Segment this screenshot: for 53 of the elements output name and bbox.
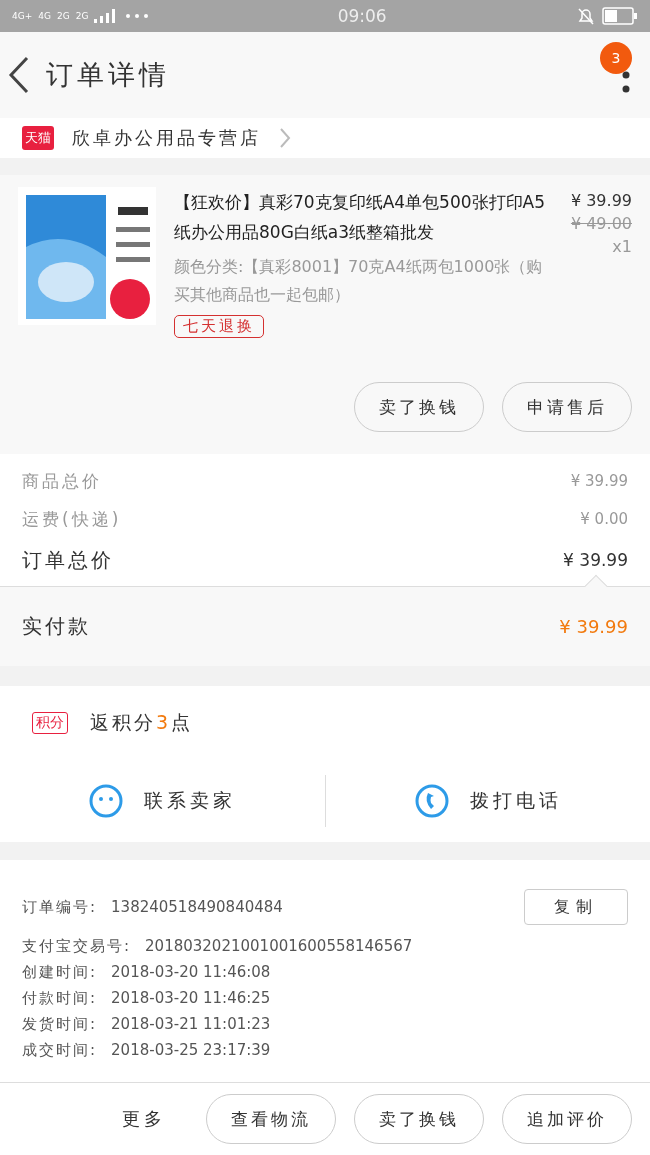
battery-icon [602,7,638,25]
points-tag: 积分 [32,712,68,734]
copy-button[interactable]: 复制 [524,889,628,925]
network-label: 4G+ [12,11,33,21]
page-title: 订单详情 [46,58,171,92]
network-label: 2G [75,11,89,21]
info-label: 订单编号: [22,897,98,917]
store-tag: 天猫 [22,126,54,150]
service-tag: 七天退换 [174,315,264,338]
points-text: 返积分 3 点 [90,710,194,735]
network-label: 2G [56,11,70,21]
bell-muted-icon [576,6,596,26]
phone-icon [413,783,450,819]
notification-badge: 3 [600,42,632,74]
action-button[interactable]: 卖了换钱 [354,382,484,432]
info-value: 2018-03-20 11:46:08 [111,963,272,981]
info-value: 2018-03-20 11:46:25 [111,989,272,1007]
chat-face-icon [88,783,125,819]
network-label: 4G [38,11,51,21]
contact-button[interactable]: 联系卖家 [144,788,237,814]
action-button[interactable]: 追加评价 [502,1094,632,1144]
payment-label: 实付款 [22,613,91,640]
summary-label: 商品总价 [22,469,102,493]
more-link[interactable]: 更多 [122,1107,166,1131]
summary-value: ¥ 0.00 [580,510,628,528]
action-button[interactable]: 申请售后 [502,382,632,432]
info-label: 成交时间: [22,1040,98,1060]
info-value: 2018032021001001600558146567 [145,937,414,955]
info-label: 发货时间: [22,1014,98,1034]
summary-label: 运费(快递) [22,507,122,531]
contact-button[interactable]: 拨打电话 [469,788,562,814]
original-price: ¥ 49.00 [570,214,632,233]
info-value: 138240518490840484 [111,898,284,916]
back-icon[interactable] [8,56,30,94]
info-value: 2018-03-25 23:17:39 [111,1041,272,1059]
info-label: 支付宝交易号: [22,936,132,956]
store-name[interactable]: 欣卓办公用品专营店 [72,126,261,150]
status-time: 09:06 [336,6,388,26]
summary-value: ¥ 39.99 [563,550,628,570]
product-title[interactable]: 【狂欢价】真彩70克复印纸A4单包500张打印A5纸办公用品80G白纸a3纸整箱批发 [174,187,550,247]
action-button[interactable]: 卖了换钱 [354,1094,484,1144]
info-label: 付款时间: [22,988,98,1008]
summary-value: ¥ 39.99 [570,472,628,490]
product-sku: 颜色分类:【真彩8001】70克A4纸两包1000张（购买其他商品也一起包邮） [174,256,544,306]
quantity: x1 [612,237,632,256]
payment-value: ¥ 39.99 [559,616,628,637]
info-value: 2018-03-21 11:01:23 [111,1015,272,1033]
summary-label: 订单总价 [22,546,114,574]
more-dots-icon [126,14,149,18]
action-button[interactable]: 查看物流 [206,1094,336,1144]
info-label: 创建时间: [22,962,98,982]
menu-icon[interactable] [622,71,630,95]
product-price: ¥ 39.99 [570,191,632,210]
